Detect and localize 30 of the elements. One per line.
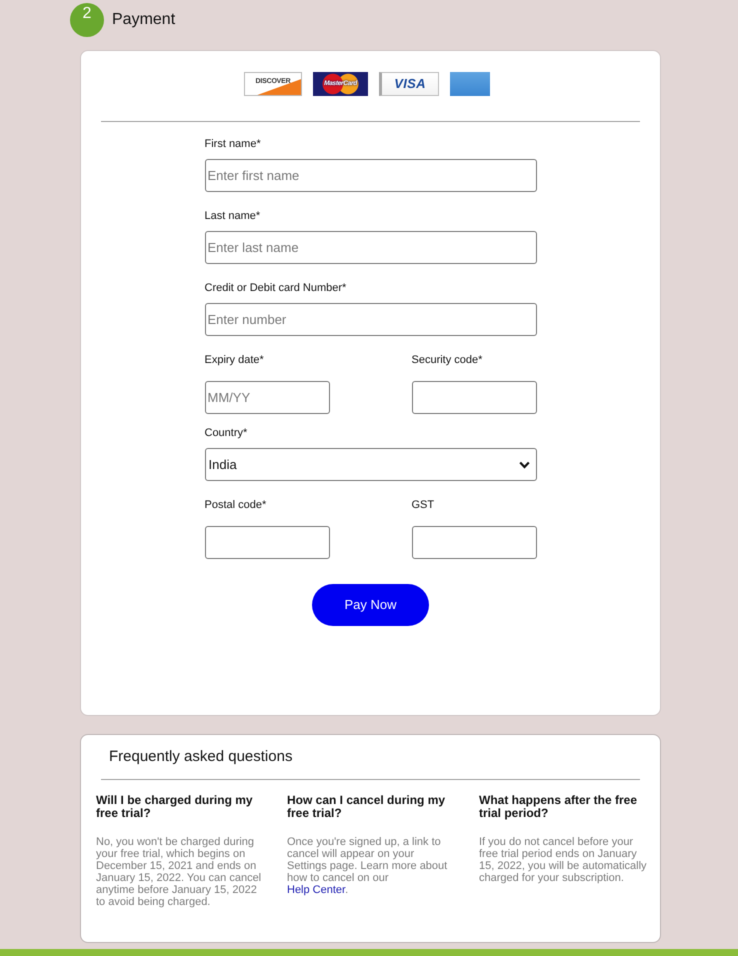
chevron-down-icon <box>518 461 530 469</box>
faq-question: What happens after the free trial period? <box>479 794 638 820</box>
faq-title: Frequently asked questions <box>108 748 294 766</box>
field-label: Credit or Debit card Number* <box>204 282 348 295</box>
faq-question: How can I cancel during my free trial? <box>287 794 446 820</box>
input-field[interactable]: Enter first name <box>204 159 536 192</box>
field-label: Expiry date* <box>204 354 265 367</box>
input-field[interactable]: Enter last name <box>204 231 536 264</box>
help-link[interactable]: Help Center <box>287 884 346 896</box>
input-field[interactable] <box>412 381 536 414</box>
faq-answer: If you do not cancel before your free trial period ends on January 15, 2022, you will be automatically charged for your subscription. <box>479 836 647 884</box>
field-label: Country* <box>204 427 248 440</box>
faq-answer: Once you're signed up, a link to cancel will appear on your Settings page. Learn more about how to cancel on our Help Center. <box>287 836 448 896</box>
field-label: Last name* <box>204 210 262 223</box>
faq-answer: No, you won't be charged during your free trial, which begins on December 15, 2021 and ends on January 15, 2022. You can cancel anytime before January 15, 2022 to avoid being charged. <box>96 836 262 908</box>
input-field[interactable] <box>412 526 536 559</box>
input-field[interactable]: Enter number <box>204 303 536 336</box>
card-logo <box>450 72 490 96</box>
card-logo: VISA <box>379 72 439 96</box>
input-field[interactable]: MM/YY <box>204 381 330 414</box>
field-label: First name* <box>204 138 262 151</box>
select-field[interactable]: India <box>204 448 536 481</box>
field-label: Postal code* <box>204 499 268 512</box>
faq-question: Will I be charged during my free trial? <box>96 794 254 820</box>
step-title: Payment <box>112 10 176 30</box>
pay-button[interactable]: Pay Now <box>312 584 429 626</box>
step-number: 2 <box>70 3 104 37</box>
field-label: Security code* <box>412 354 484 367</box>
field-label: GST <box>412 499 436 512</box>
input-field[interactable] <box>204 526 330 559</box>
